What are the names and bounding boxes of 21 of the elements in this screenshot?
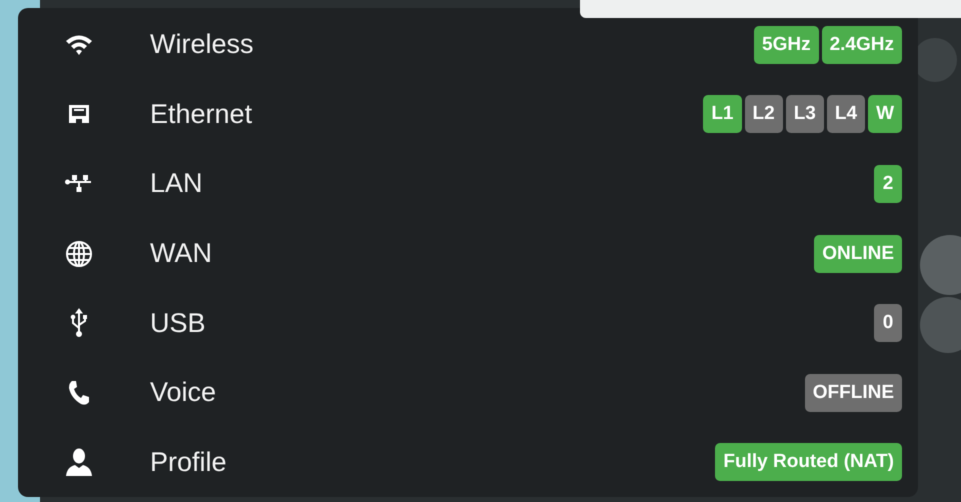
- status-badge: L3: [786, 95, 824, 134]
- status-badge: L1: [703, 95, 742, 134]
- row-label: Wireless: [150, 29, 255, 60]
- status-badge: ONLINE: [814, 234, 902, 273]
- row-label: Ethernet: [150, 98, 254, 130]
- status-badge: 2.4GHz: [822, 26, 902, 64]
- row-label: USB: [150, 308, 207, 339]
- row-label: LAN: [150, 168, 204, 200]
- status-badge: 0: [874, 304, 902, 342]
- status-badge: W: [868, 95, 902, 134]
- status-badge: L4: [826, 95, 866, 134]
- row-label: Voice: [150, 377, 218, 408]
- status-badge: OFFLINE: [804, 374, 902, 412]
- status-badge: 5GHz: [754, 26, 819, 64]
- row-label: WAN: [150, 238, 213, 270]
- status-badge: 2: [874, 164, 902, 203]
- status-badge: L2: [744, 95, 783, 134]
- globe-icon: [64, 238, 94, 269]
- row-label: Profile: [150, 446, 228, 478]
- person-icon: [64, 447, 94, 478]
- status-badge: Fully Routed (NAT): [715, 443, 902, 482]
